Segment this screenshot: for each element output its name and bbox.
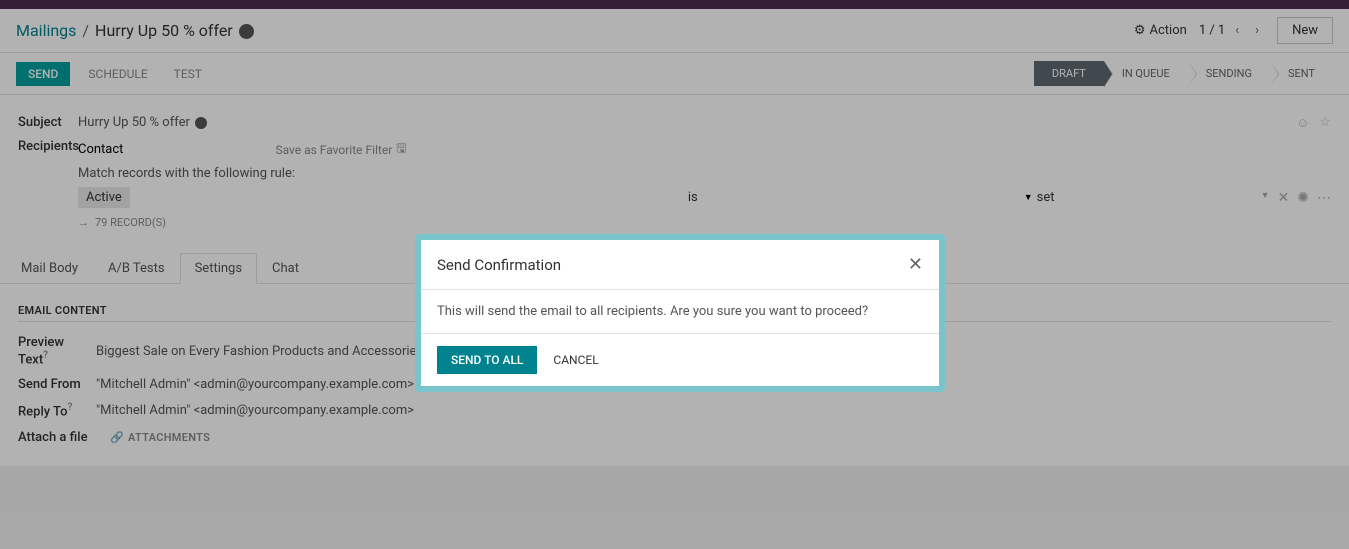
- send-to-all-button[interactable]: SEND TO ALL: [437, 346, 537, 374]
- cancel-button[interactable]: CANCEL: [549, 346, 602, 374]
- send-confirmation-modal: Send Confirmation ✕ This will send the e…: [415, 234, 945, 392]
- modal-body: This will send the email to all recipien…: [421, 290, 939, 334]
- modal-close-button[interactable]: ✕: [908, 254, 923, 275]
- modal-footer: SEND TO ALL CANCEL: [421, 334, 939, 386]
- modal-header: Send Confirmation ✕: [421, 240, 939, 290]
- modal-title: Send Confirmation: [437, 256, 561, 274]
